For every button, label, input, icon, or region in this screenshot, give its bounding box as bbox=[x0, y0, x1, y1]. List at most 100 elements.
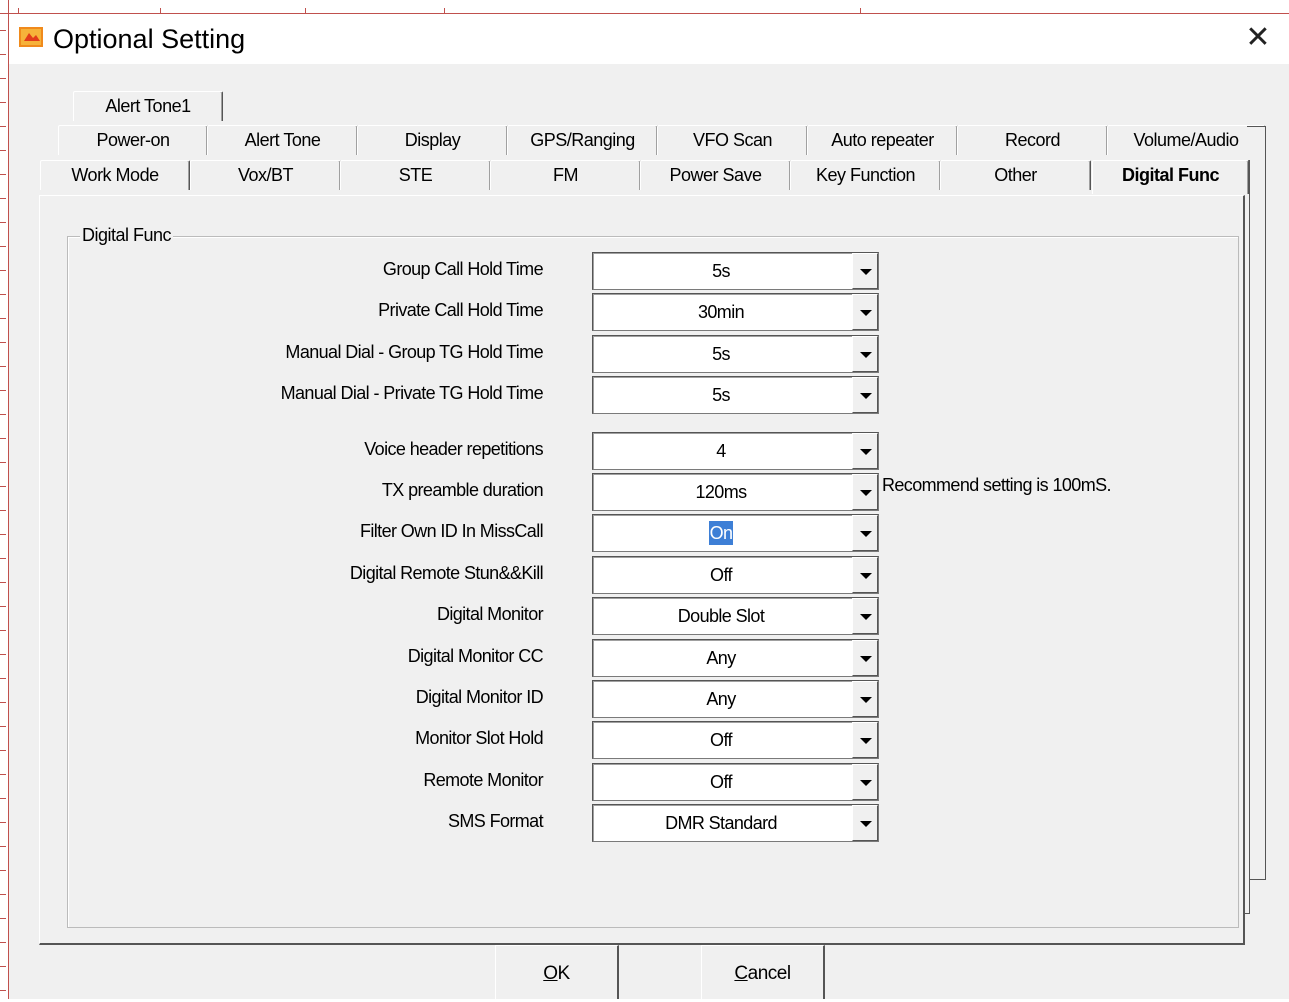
ok-label-rest: K bbox=[557, 963, 571, 984]
private-call-hold-time-select[interactable]: 30min bbox=[592, 293, 879, 331]
tab-alert-tone1[interactable]: Alert Tone1 bbox=[73, 91, 223, 121]
ruler-tick bbox=[0, 966, 6, 967]
digital-monitor-select[interactable]: Double Slot bbox=[592, 597, 879, 635]
remote-monitor-select[interactable]: Off bbox=[592, 763, 879, 801]
label-tx-preamble-duration: TX preamble duration bbox=[381, 480, 544, 500]
dropdown-arrow-icon[interactable] bbox=[852, 377, 878, 413]
label-digital-monitor-id: Digital Monitor ID bbox=[415, 687, 544, 707]
digital-monitor-id-select[interactable]: Any bbox=[592, 680, 879, 718]
tab-work-mode[interactable]: Work Mode bbox=[40, 160, 190, 190]
combo-value: 30min bbox=[697, 302, 745, 322]
tab-fm[interactable]: FM bbox=[490, 160, 641, 190]
app-icon bbox=[19, 27, 43, 47]
ok-button[interactable]: OK bbox=[495, 945, 619, 999]
tab-gps-ranging[interactable]: GPS/Ranging bbox=[507, 125, 658, 155]
ruler-tick bbox=[0, 606, 6, 607]
ruler-tick bbox=[0, 918, 6, 919]
tab-power-save[interactable]: Power Save bbox=[640, 160, 791, 190]
label-digital-monitor-cc: Digital Monitor CC bbox=[407, 646, 544, 666]
digital-monitor-cc-select[interactable]: Any bbox=[592, 639, 879, 677]
label-group-call-hold-time: Group Call Hold Time bbox=[382, 259, 544, 279]
label-digital-monitor: Digital Monitor bbox=[436, 604, 544, 624]
dropdown-arrow-icon[interactable] bbox=[852, 805, 878, 841]
tab-record[interactable]: Record bbox=[957, 125, 1108, 155]
combo-value: 5s bbox=[712, 344, 730, 364]
label-digital-remote-stun-kill: Digital Remote Stun&&Kill bbox=[349, 563, 544, 583]
tab-key-function[interactable]: Key Function bbox=[790, 160, 941, 190]
cancel-mnemonic: C bbox=[734, 963, 748, 984]
ruler-tick bbox=[0, 222, 6, 223]
label-filter-own-id-in-misscall: Filter Own ID In MissCall bbox=[359, 521, 544, 541]
combo-value: 5s bbox=[712, 261, 730, 281]
combo-value: 120ms bbox=[695, 482, 747, 502]
ruler-tick bbox=[0, 30, 6, 31]
ruler-tick bbox=[0, 414, 6, 415]
tab-volume-audio[interactable]: Volume/Audio bbox=[1107, 125, 1265, 155]
combo-value: Any bbox=[706, 689, 736, 709]
digital-remote-stun-kill-select[interactable]: Off bbox=[592, 556, 879, 594]
sms-format-select[interactable]: DMR Standard bbox=[592, 804, 879, 842]
ruler-tick bbox=[0, 870, 6, 871]
dropdown-arrow-icon[interactable] bbox=[852, 474, 878, 510]
filter-own-id-in-misscall-select[interactable]: On bbox=[592, 514, 879, 552]
combo-value: Double Slot bbox=[677, 606, 765, 626]
dropdown-arrow-icon[interactable] bbox=[852, 764, 878, 800]
cancel-button[interactable]: Cancel bbox=[701, 945, 825, 999]
ruler-tick bbox=[0, 54, 6, 55]
combo-value: 4 bbox=[716, 441, 726, 461]
dropdown-arrow-icon[interactable] bbox=[852, 557, 878, 593]
tab-other[interactable]: Other bbox=[940, 160, 1091, 190]
tab-display[interactable]: Display bbox=[357, 125, 508, 155]
selected-text: On bbox=[708, 521, 734, 545]
ruler-tick bbox=[0, 678, 6, 679]
manual-dial-group-tg-hold-time-select[interactable]: 5s bbox=[592, 335, 879, 373]
tab-auto-repeater[interactable]: Auto repeater bbox=[807, 125, 958, 155]
dropdown-arrow-icon[interactable] bbox=[852, 253, 878, 289]
voice-header-repetitions-select[interactable]: 4 bbox=[592, 432, 879, 470]
label-sms-format: SMS Format bbox=[447, 811, 544, 831]
dropdown-arrow-icon[interactable] bbox=[852, 681, 878, 717]
tab-power-on[interactable]: Power-on bbox=[58, 125, 208, 155]
combo-value: 5s bbox=[712, 385, 730, 405]
ruler-tick bbox=[0, 438, 6, 439]
ruler-tick bbox=[0, 126, 6, 127]
ok-mnemonic: O bbox=[543, 963, 558, 984]
tab-ste[interactable]: STE bbox=[340, 160, 491, 190]
ruler-tick bbox=[0, 78, 6, 79]
tab-alert-tone[interactable]: Alert Tone bbox=[207, 125, 358, 155]
combo-value: Off bbox=[710, 772, 732, 792]
close-button[interactable]: ✕ bbox=[1235, 18, 1281, 58]
tab-vox-bt[interactable]: Vox/BT bbox=[190, 160, 341, 190]
tab-digital-func[interactable]: Digital Func bbox=[1092, 160, 1249, 194]
ruler-tick bbox=[0, 198, 6, 199]
ruler-tick bbox=[0, 462, 6, 463]
ruler-tick bbox=[0, 846, 6, 847]
ruler-tick bbox=[0, 102, 6, 103]
dropdown-arrow-icon[interactable] bbox=[852, 722, 878, 758]
ruler-tick bbox=[0, 294, 6, 295]
label-private-call-hold-time: Private Call Hold Time bbox=[378, 300, 543, 320]
monitor-slot-hold-select[interactable]: Off bbox=[592, 721, 879, 759]
dropdown-arrow-icon[interactable] bbox=[852, 294, 878, 330]
ruler-tick bbox=[0, 630, 6, 631]
dropdown-arrow-icon[interactable] bbox=[852, 598, 878, 634]
ruler-tick bbox=[0, 366, 6, 367]
label-manual-dial-private-tg-hold-time: Manual Dial - Private TG Hold Time bbox=[280, 383, 544, 403]
ruler-tick bbox=[0, 990, 6, 991]
window-title: Optional Setting bbox=[53, 24, 246, 54]
label-monitor-slot-hold: Monitor Slot Hold bbox=[415, 728, 543, 748]
ruler-tick bbox=[0, 270, 6, 271]
combo-value: On bbox=[593, 515, 849, 551]
manual-dial-private-tg-hold-time-select[interactable]: 5s bbox=[592, 376, 879, 414]
ruler-tick bbox=[0, 390, 6, 391]
ruler-tick bbox=[0, 774, 6, 775]
ruler-tick bbox=[0, 726, 6, 727]
label-remote-monitor: Remote Monitor bbox=[423, 770, 543, 790]
group-call-hold-time-select[interactable]: 5s bbox=[592, 252, 879, 290]
dropdown-arrow-icon[interactable] bbox=[852, 336, 878, 372]
dropdown-arrow-icon[interactable] bbox=[852, 433, 878, 469]
tab-vfo-scan[interactable]: VFO Scan bbox=[657, 125, 808, 155]
dropdown-arrow-icon[interactable] bbox=[852, 515, 878, 551]
dropdown-arrow-icon[interactable] bbox=[852, 640, 878, 676]
tx-preamble-duration-select[interactable]: 120ms bbox=[592, 473, 879, 511]
